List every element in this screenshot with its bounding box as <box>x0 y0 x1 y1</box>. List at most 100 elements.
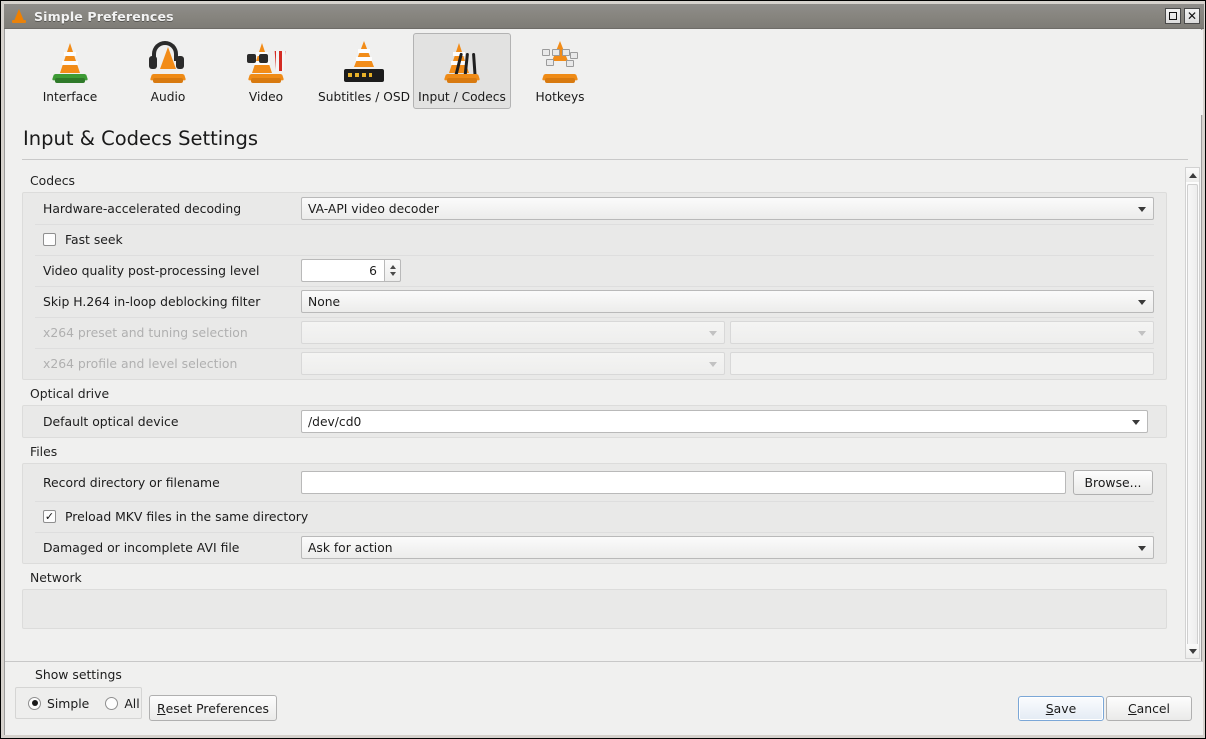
tab-audio-label: Audio <box>150 90 186 104</box>
window-controls: ✕ <box>1165 8 1200 24</box>
combo-damaged-avi-file[interactable]: Ask for action <box>301 536 1154 559</box>
group-files: Files Record directory or filename Brows… <box>22 438 1167 564</box>
label-x264-preset-and-tuning-selection: x264 preset and tuning selection <box>43 325 248 340</box>
settings-content: Codecs Hardware-accelerated decoding VA-… <box>22 167 1167 629</box>
tab-subtitles-osd[interactable]: Subtitles / OSD <box>315 33 413 109</box>
combo-damaged-avi-file-value: Ask for action <box>308 540 393 555</box>
row-hardware-accelerated-decoding: Hardware-accelerated decoding VA-API vid… <box>23 193 1166 224</box>
reset-preferences-mnemonic: R <box>157 700 166 716</box>
radio-simple[interactable]: Simple <box>28 696 89 711</box>
label-x264-profile-and-level-selection: x264 profile and level selection <box>43 356 238 371</box>
reset-preferences-button[interactable]: Reset Preferences <box>149 695 277 721</box>
radio-simple-indicator[interactable] <box>28 696 41 710</box>
label-fast-seek: Fast seek <box>65 232 123 247</box>
close-button[interactable]: ✕ <box>1184 8 1200 24</box>
group-codecs-box: Hardware-accelerated decoding VA-API vid… <box>22 192 1167 380</box>
combo-default-optical-device[interactable]: /dev/cd0 <box>301 410 1148 433</box>
vlc-cone-icon <box>11 8 27 24</box>
checkbox-preload-mkv-files-glyph: ✓ <box>44 510 55 523</box>
row-x264-profile-and-level-selection: x264 profile and level selection <box>23 348 1166 379</box>
close-icon: ✕ <box>1186 9 1198 23</box>
subtitle-bar-icon <box>340 39 388 87</box>
window-titlebar[interactable]: Simple Preferences ✕ <box>4 4 1204 29</box>
settings-scrollbar[interactable] <box>1185 167 1200 659</box>
scrollbar-thumb[interactable] <box>1187 184 1198 646</box>
tab-interface[interactable]: Interface <box>21 33 119 109</box>
cancel-mnemonic: C <box>1128 701 1137 716</box>
combo-x264-profile <box>301 352 725 375</box>
label-preload-mkv-files: Preload MKV files in the same directory <box>65 509 309 524</box>
spinner-video-quality-post-processing-level[interactable]: 6 <box>301 259 401 282</box>
window-title: Simple Preferences <box>34 8 174 24</box>
scroll-up-arrow-icon <box>1188 172 1197 178</box>
input-x264-level <box>730 352 1154 375</box>
label-record-directory-or-filename: Record directory or filename <box>43 475 220 490</box>
label-video-quality-post-processing-level: Video quality post-processing level <box>43 263 260 278</box>
group-codecs-title: Codecs <box>30 173 75 188</box>
cancel-label: ancel <box>1136 701 1170 716</box>
radio-all-indicator[interactable] <box>105 696 119 710</box>
maximize-icon <box>1169 12 1177 20</box>
save-label: ave <box>1053 701 1077 716</box>
tab-input-codecs-label: Input / Codecs <box>418 90 506 104</box>
group-optical-drive-box: Default optical device /dev/cd0 <box>22 405 1167 438</box>
browse-button[interactable]: Browse... <box>1073 470 1153 495</box>
spinner-value[interactable]: 6 <box>301 259 384 282</box>
tab-input-codecs[interactable]: Input / Codecs <box>413 33 511 109</box>
spinner-buttons[interactable] <box>384 259 401 282</box>
chevron-down-icon <box>1138 330 1146 336</box>
glasses-popcorn-icon <box>242 39 290 87</box>
maximize-button[interactable] <box>1165 8 1181 24</box>
combo-default-optical-device-value: /dev/cd0 <box>308 414 362 429</box>
save-mnemonic: S <box>1045 701 1054 716</box>
chevron-down-icon <box>1138 299 1146 305</box>
combo-x264-tuning <box>730 321 1154 344</box>
checkbox-preload-mkv-files[interactable]: ✓ <box>43 510 56 523</box>
row-video-quality-post-processing-level: Video quality post-processing level 6 <box>23 255 1166 286</box>
label-default-optical-device: Default optical device <box>43 414 179 429</box>
reset-preferences-label: eset Preferences <box>165 700 269 716</box>
scrollbar-down-button[interactable] <box>1186 644 1199 658</box>
group-network-title: Network <box>30 570 82 585</box>
preferences-toolbar: Interface Audio Video Subtitles / OSD In… <box>5 30 1203 115</box>
scrollbar-up-button[interactable] <box>1186 168 1199 182</box>
tab-audio[interactable]: Audio <box>119 33 217 109</box>
group-network: Network <box>22 564 1167 629</box>
combo-hardware-accelerated-decoding-value: VA-API video decoder <box>308 201 439 216</box>
row-skip-h264-deblocking-filter: Skip H.264 in-loop deblocking filter Non… <box>23 286 1166 317</box>
combo-x264-preset <box>301 321 725 344</box>
radio-all-label: All <box>124 695 140 711</box>
vlc-cone-green-icon <box>46 39 94 87</box>
chevron-down-icon <box>709 330 717 336</box>
chevron-down-icon <box>1138 545 1146 551</box>
tab-video-label: Video <box>248 90 284 104</box>
save-button[interactable]: Save <box>1018 696 1104 721</box>
label-damaged-or-incomplete-avi-file: Damaged or incomplete AVI file <box>43 540 240 555</box>
chevron-down-icon <box>1138 206 1146 212</box>
cancel-button[interactable]: Cancel <box>1106 696 1192 721</box>
show-settings-label: Show settings <box>35 667 122 682</box>
label-skip-h264-deblocking-filter: Skip H.264 in-loop deblocking filter <box>43 294 261 309</box>
group-codecs: Codecs Hardware-accelerated decoding VA-… <box>22 167 1167 380</box>
spinner-down-icon[interactable] <box>389 272 396 276</box>
tab-hotkeys[interactable]: Hotkeys <box>511 33 609 109</box>
radio-simple-label: Simple <box>47 695 90 711</box>
tab-video[interactable]: Video <box>217 33 315 109</box>
headphones-icon <box>144 39 192 87</box>
row-fast-seek: Fast seek <box>23 224 1166 255</box>
group-network-box <box>22 589 1167 629</box>
tab-interface-label: Interface <box>42 90 98 104</box>
chevron-down-icon <box>1132 419 1140 425</box>
combo-hardware-accelerated-decoding[interactable]: VA-API video decoder <box>301 197 1154 220</box>
page-title: Input & Codecs Settings <box>23 127 259 150</box>
row-damaged-or-incomplete-avi-file: Damaged or incomplete AVI file Ask for a… <box>23 532 1166 563</box>
settings-scroll-area: Codecs Hardware-accelerated decoding VA-… <box>22 167 1188 659</box>
preferences-window: Simple Preferences ✕ Interface Audio Vid… <box>0 0 1206 739</box>
tab-subtitles-osd-label: Subtitles / OSD <box>318 90 410 104</box>
combo-skip-h264-deblocking-filter[interactable]: None <box>301 290 1154 313</box>
radio-all[interactable]: All <box>105 695 140 711</box>
input-record-directory[interactable] <box>301 471 1066 494</box>
checkbox-fast-seek[interactable] <box>43 233 56 246</box>
tab-hotkeys-label: Hotkeys <box>535 90 585 104</box>
spinner-up-icon[interactable] <box>389 265 396 269</box>
